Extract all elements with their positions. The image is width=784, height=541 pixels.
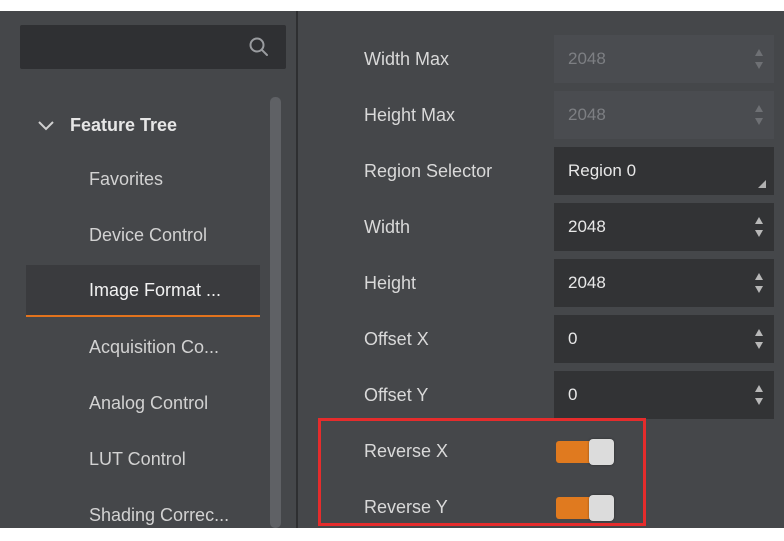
property-value: 2048 <box>568 217 606 236</box>
search-input[interactable] <box>20 25 286 69</box>
dropdown-corner-icon[interactable] <box>758 180 766 188</box>
spinner-arrows-icon[interactable] <box>754 326 764 352</box>
toggle-switch[interactable] <box>556 439 614 465</box>
property-row: Reverse X <box>298 423 784 479</box>
search-icon[interactable] <box>248 36 270 58</box>
tree-item-label: Image Format ... <box>89 279 222 300</box>
tree-item[interactable]: LUT Control <box>26 433 260 485</box>
property-row: Region Selector Region 0 <box>298 143 784 199</box>
tree-scrollbar[interactable] <box>270 97 281 528</box>
number-input[interactable]: 0 <box>554 371 774 419</box>
property-value: 2048 <box>568 273 606 292</box>
spinner-arrows-icon[interactable] <box>754 382 764 408</box>
tree-item[interactable]: Image Format ... <box>26 265 260 317</box>
property-value: 2048 <box>568 49 606 68</box>
spinner-arrows-icon[interactable] <box>754 270 764 296</box>
tree-item-label: Acquisition Co... <box>89 336 220 357</box>
toggle-thumb <box>589 495 614 521</box>
property-label: Reverse X <box>364 440 449 461</box>
spinner-arrows-icon <box>755 49 763 69</box>
chevron-down-icon[interactable] <box>34 115 58 135</box>
property-value: 0 <box>568 385 578 404</box>
feature-tree-label: Feature Tree <box>70 114 178 135</box>
spinner-arrows-icon[interactable] <box>754 214 764 240</box>
number-input: 2048 <box>554 35 774 83</box>
app-window: Feature Tree Favorites Device Control Imag… <box>0 11 784 528</box>
number-input[interactable]: 0 <box>554 315 774 363</box>
property-row: Width 2048 <box>298 199 784 255</box>
feature-tree-panel: Feature Tree Favorites Device Control Imag… <box>0 11 296 528</box>
property-row: Width Max 2048 <box>298 31 784 87</box>
property-label: Width Max <box>364 48 450 69</box>
property-value: Region 0 <box>568 161 637 180</box>
number-input[interactable]: 2048 <box>554 203 774 251</box>
tree-item[interactable]: Favorites <box>26 153 260 205</box>
tree-item[interactable]: Shading Correc... <box>26 489 260 541</box>
tree-item-label: Device Control <box>89 224 208 245</box>
property-value: 0 <box>568 329 578 348</box>
property-value: 2048 <box>568 105 606 124</box>
feature-tree-header[interactable]: Feature Tree <box>26 107 266 143</box>
property-row: Height 2048 <box>298 255 784 311</box>
property-row: Offset Y 0 <box>298 367 784 423</box>
property-label: Height <box>364 272 417 293</box>
tree-item-label: Favorites <box>89 168 164 189</box>
tree-item-label: Shading Correc... <box>89 504 230 525</box>
tree-item[interactable]: Device Control <box>26 209 260 261</box>
property-row: Offset X 0 <box>298 311 784 367</box>
tree-item[interactable]: Analog Control <box>26 377 260 429</box>
number-input[interactable]: 2048 <box>554 259 774 307</box>
tree-item-label: LUT Control <box>89 448 186 469</box>
property-row: Reverse Y <box>298 479 784 535</box>
property-label: Reverse Y <box>364 496 448 517</box>
property-label: Offset X <box>364 328 429 349</box>
tree-item-label: Analog Control <box>89 392 209 413</box>
spinner-arrows-icon <box>755 105 763 125</box>
property-label: Offset Y <box>364 384 429 405</box>
tree-item[interactable]: Acquisition Co... <box>26 321 260 373</box>
toggle-switch[interactable] <box>556 495 614 521</box>
property-label: Region Selector <box>364 160 493 181</box>
number-input: 2048 <box>554 91 774 139</box>
property-label: Width <box>364 216 411 237</box>
property-label: Height Max <box>364 104 456 125</box>
toggle-thumb <box>589 439 614 465</box>
dropdown-select[interactable]: Region 0 <box>554 147 774 195</box>
property-row: Height Max 2048 <box>298 87 784 143</box>
property-panel: Width Max 2048 Height Max 2048 Region Select… <box>298 11 784 528</box>
